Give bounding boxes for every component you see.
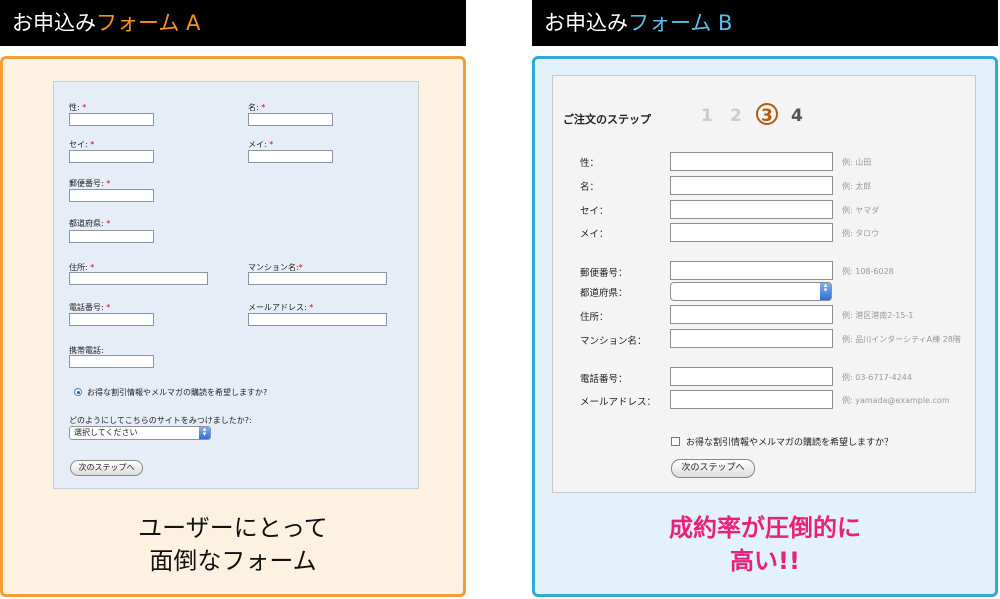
header-b-accent: フォーム B [628,11,733,35]
prefecture-label: 都道府県： [580,288,628,299]
prefecture-label: 都道府県: * [69,219,111,228]
first-name-example: 例: 太郎 [842,182,872,191]
building-input[interactable] [670,329,833,348]
postal-label: 郵便番号： [580,268,628,279]
postal-input[interactable] [670,261,833,280]
phone-input[interactable] [69,313,154,326]
step-4: 4 [791,106,803,126]
header-form-a: お申込みフォーム A [0,0,466,46]
last-kana-input[interactable] [670,200,833,219]
prefecture-input[interactable] [69,230,154,243]
first-name-input[interactable] [248,113,333,126]
email-label: メールアドレス： [580,397,657,408]
how-found-select[interactable]: 選択してください ▴ ▾ [69,426,211,440]
first-name-label: 名: * [248,103,266,112]
prefecture-select[interactable]: ▴ ▾ [670,282,832,301]
first-kana-label: メイ： [580,229,609,240]
phone-label: 電話番号: * [69,303,111,312]
form-a: 性: * 名: * セイ: * メイ: * 郵便番号: * 都道府県: * 住所… [53,81,419,489]
step-1: 1 [701,106,713,126]
email-example: 例: yamada@example.com [842,396,950,405]
email-label: メールアドレス: * [248,303,314,312]
panel-form-a: 性: * 名: * セイ: * メイ: * 郵便番号: * 都道府県: * 住所… [0,56,466,597]
header-a-accent: フォーム A [96,11,201,35]
caption-a-line2: 面倒なフォーム [149,547,317,575]
building-label: マンション名： [580,336,647,347]
panel-form-b: ご注文のステップ 1 2 3 4 性： 例: 山田 名： 例: 太郎 セイ： 例… [532,56,998,597]
caption-b-line2: 高い!! [730,547,800,575]
email-input[interactable] [248,313,387,326]
header-b-prefix: お申込み [544,11,628,35]
address-input[interactable] [670,305,833,324]
newsletter-radio[interactable] [74,388,82,396]
postal-label: 郵便番号: * [69,179,111,188]
last-kana-example: 例: ヤマダ [842,206,880,215]
address-input[interactable] [69,272,208,285]
last-name-input[interactable] [69,113,154,126]
caption-b-line1: 成約率が圧倒的に [669,514,861,542]
newsletter-label: お得な割引情報やメルマガの購読を希望しますか? [87,388,268,397]
step-3-current: 3 [761,106,773,126]
last-name-input[interactable] [670,152,833,171]
next-step-button-a[interactable]: 次のステップへ [70,460,143,476]
caption-a: ユーザーにとって 面倒なフォーム [3,512,463,578]
newsletter-checkbox[interactable] [671,437,680,446]
phone-example: 例: 03-6717-4244 [842,373,912,382]
next-step-button-b[interactable]: 次のステップへ [671,459,755,478]
email-input[interactable] [670,390,833,409]
select-arrows-icon: ▴ ▾ [199,426,210,439]
first-name-input[interactable] [670,176,833,195]
how-found-label: どのようにしてこちらのサイトをみつけましたか?: [69,416,252,425]
last-kana-label: セイ: * [69,140,95,149]
first-kana-label: メイ: * [248,140,274,149]
last-kana-input[interactable] [69,150,154,163]
address-label: 住所： [580,312,609,323]
postal-example: 例: 108-6028 [842,267,894,276]
last-name-example: 例: 山田 [842,158,872,167]
building-input[interactable] [248,272,387,285]
first-name-label: 名： [580,182,600,193]
postal-input[interactable] [69,189,154,202]
phone-input[interactable] [670,367,833,386]
last-name-label: 性: * [69,103,87,112]
header-form-b: お申込みフォーム B [532,0,998,46]
last-name-label: 性： [580,158,600,169]
steps-title: ご注文のステップ [563,113,651,126]
last-kana-label: セイ： [580,206,609,217]
first-kana-example: 例: タロウ [842,229,880,238]
form-b: ご注文のステップ 1 2 3 4 性： 例: 山田 名： 例: 太郎 セイ： 例… [552,75,976,493]
address-example: 例: 港区港南2-15-1 [842,311,914,320]
step-2: 2 [730,106,742,126]
first-kana-input[interactable] [670,223,833,242]
how-found-select-value: 選択してください [74,428,138,437]
first-kana-input[interactable] [248,150,333,163]
caption-a-line1: ユーザーにとって [138,514,328,542]
select-arrows-icon: ▴ ▾ [820,282,831,300]
caption-b: 成約率が圧倒的に 高い!! [535,512,995,578]
mobile-input[interactable] [69,355,154,368]
header-a-prefix: お申込み [12,11,96,35]
building-example: 例: 品川インターシティA棟 28階 [842,335,961,344]
phone-label: 電話番号： [580,374,628,385]
newsletter-label: お得な割引情報やメルマガの購読を希望しますか？ [686,438,894,448]
